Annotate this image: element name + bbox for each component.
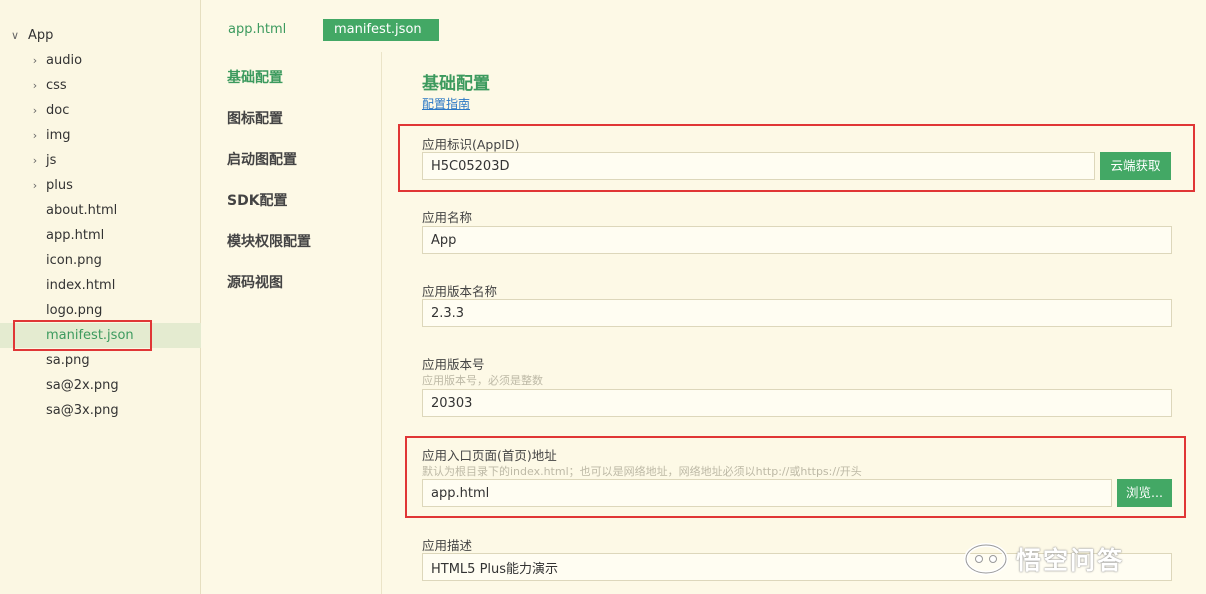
tree-root-label: App [28,28,54,43]
chevron-down-icon[interactable]: ∨ [8,26,22,46]
tree-item-label: sa.png [46,353,90,368]
wukong-logo-icon [964,543,1008,575]
version-code-label: 应用版本号 [422,357,485,372]
version-name-input[interactable] [422,299,1172,327]
nav-basic-config[interactable]: 基础配置 [227,68,283,88]
chevron-right-icon[interactable]: › [28,98,42,123]
appid-input[interactable] [422,152,1095,180]
version-code-input[interactable] [422,389,1172,417]
tree-item-label: sa@3x.png [46,403,119,418]
nav-splash-config[interactable]: 启动图配置 [227,150,297,170]
tree-item-label: audio [46,53,83,68]
watermark: 悟空问答 [964,539,1194,579]
tree-file[interactable]: sa@2x.png [0,373,201,398]
tree-item-label: doc [46,103,70,118]
tree-folder[interactable]: › img [0,123,201,148]
tree-item-label: app.html [46,228,105,243]
app-name-label: 应用名称 [422,210,473,225]
tree-item-label: js [46,153,57,168]
chevron-right-icon[interactable]: › [28,123,42,148]
tree-file[interactable]: about.html [0,198,201,223]
nav-sdk-config[interactable]: SDK配置 [227,191,288,211]
tree-file[interactable]: app.html [0,223,201,248]
tab-app-html[interactable]: app.html [228,19,286,41]
tree-item-label: index.html [46,278,116,293]
tree-folder[interactable]: › plus [0,173,201,198]
tree-item-label: about.html [46,203,118,218]
entry-input[interactable] [422,479,1112,507]
nav-icon-config[interactable]: 图标配置 [227,109,283,129]
watermark-text: 悟空问答 [1016,546,1125,575]
nav-source-view[interactable]: 源码视图 [227,273,283,293]
chevron-right-icon[interactable]: › [28,173,42,198]
chevron-right-icon[interactable]: › [28,48,42,73]
file-tree-sidebar: ∨ App › audio › css › doc › img › js › plus about.ht… [0,0,201,594]
tree-folder[interactable]: › audio [0,48,201,73]
entry-hint: 默认为根目录下的index.html；也可以是网络地址，网络地址必须以http:… [422,465,862,478]
tree-file[interactable]: index.html [0,273,201,298]
version-code-hint: 应用版本号，必须是整数 [422,374,543,387]
description-label: 应用描述 [422,538,473,553]
page-title: 基础配置 [422,74,490,94]
tree-item-label: css [46,78,67,93]
app-name-input[interactable] [422,226,1172,254]
tree-item-label: sa@2x.png [46,378,119,393]
browse-button[interactable]: 浏览... [1117,479,1172,507]
tree-file[interactable]: icon.png [0,248,201,273]
chevron-right-icon[interactable]: › [28,73,42,98]
nav-module-permission-config[interactable]: 模块权限配置 [227,232,311,252]
appid-label: 应用标识(AppID) [422,137,520,152]
tree-folder[interactable]: › css [0,73,201,98]
tree-root-app[interactable]: ∨ App [8,26,53,46]
tree-item-label: icon.png [46,253,102,268]
tree-item-label: img [46,128,71,143]
tree-file[interactable]: sa.png [0,348,201,373]
tab-manifest-json[interactable]: manifest.json [323,19,439,41]
annotation-highlight-box [13,320,152,351]
chevron-right-icon[interactable]: › [28,148,42,173]
tree-file[interactable]: sa@3x.png [0,398,201,423]
tree-folder[interactable]: › js [0,148,201,173]
entry-label: 应用入口页面(首页)地址 [422,448,557,463]
tree-folder[interactable]: › doc [0,98,201,123]
config-nav: 基础配置 图标配置 启动图配置 SDK配置 模块权限配置 源码视图 [202,52,382,594]
version-name-label: 应用版本名称 [422,284,498,299]
tree-item-label: plus [46,178,73,193]
config-guide-link[interactable]: 配置指南 [422,95,470,112]
cloud-fetch-button[interactable]: 云端获取 [1100,152,1171,180]
